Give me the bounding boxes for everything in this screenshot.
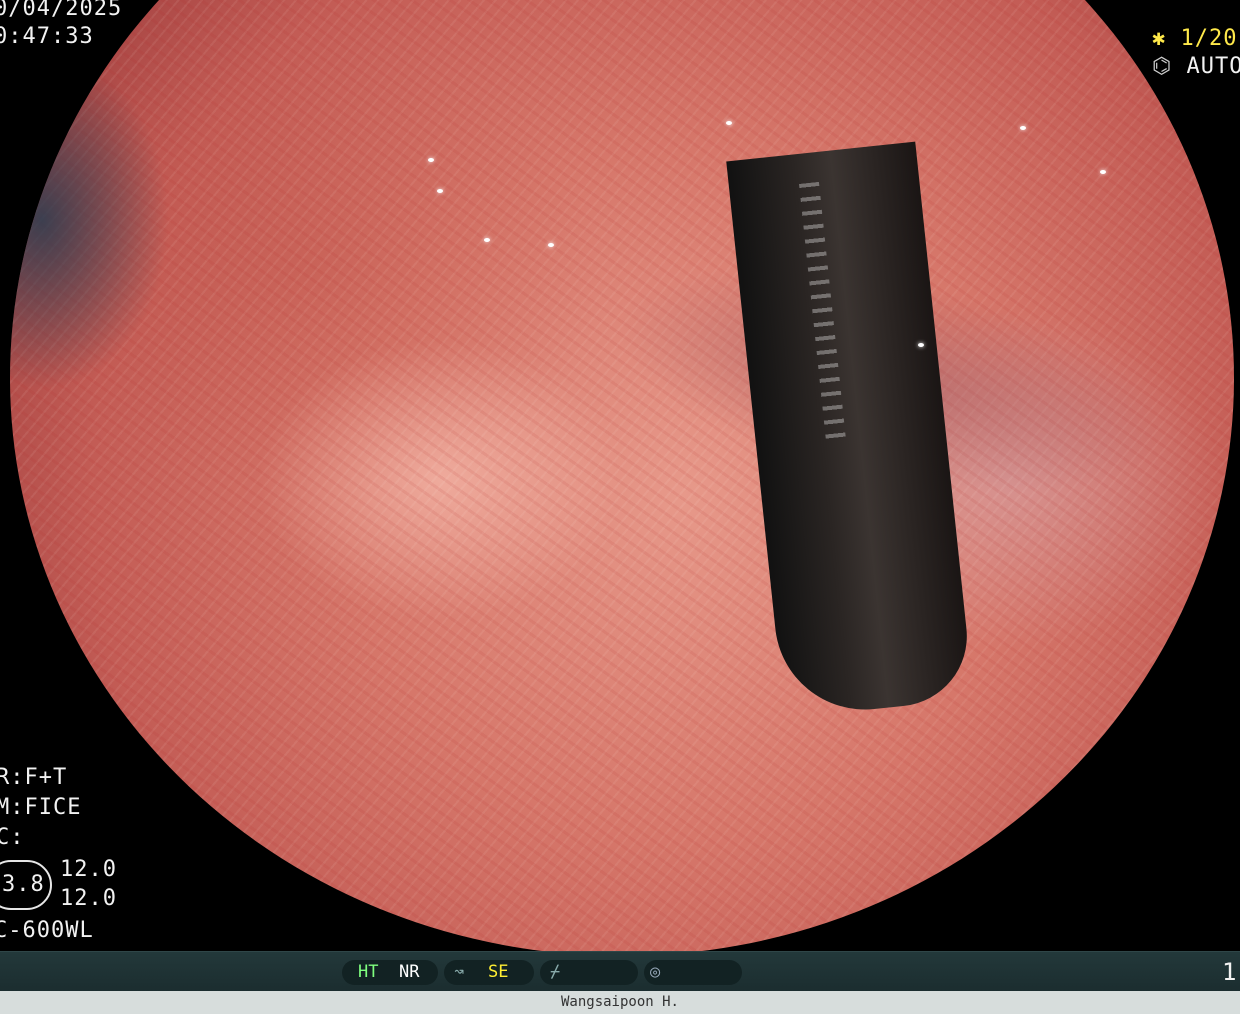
- scope-model-label: C-600WL: [0, 918, 94, 943]
- endoscopic-view: [10, 0, 1234, 956]
- ht-nr-pill: HT NR: [342, 960, 438, 985]
- light-reflection: [428, 158, 434, 162]
- light-reflection: [726, 121, 732, 125]
- se-pill: ↝ SE: [444, 960, 534, 985]
- pen-icon: ⌿: [550, 962, 561, 982]
- value-top: 12.0: [60, 857, 117, 882]
- iris-value: AUTO +: [1186, 54, 1240, 79]
- se-indicator: SE: [488, 962, 509, 982]
- mode-c-label: C:: [0, 825, 25, 850]
- shutter-readout: ✱ 1/20: [1152, 28, 1237, 50]
- iris-readout: ⌬ AUTO +: [1152, 56, 1240, 78]
- light-reflection: [918, 343, 924, 347]
- status-bar: HT NR ↝ SE ⌿ ◎ 1: [0, 951, 1240, 992]
- mode-r-label: R:F+T: [0, 765, 68, 790]
- light-reflection: [548, 243, 554, 247]
- shutter-value: ✱ 1/20: [1152, 26, 1238, 51]
- waveform-pill: ◎: [644, 960, 742, 985]
- curve-icon: ↝: [454, 962, 465, 982]
- light-reflection: [437, 189, 443, 193]
- value-bottom: 12.0: [60, 886, 117, 911]
- waveform-icon: ◎: [650, 962, 661, 982]
- iris-icon: ⌬: [1152, 54, 1187, 79]
- operator-footer: Wangsaipoon H.: [0, 991, 1240, 1014]
- shaft-glint: [799, 181, 847, 443]
- light-reflection: [1100, 170, 1106, 174]
- zoom-value: 3.8: [2, 872, 45, 897]
- date-label: 0/04/2025: [0, 0, 123, 21]
- mode-m-label: M:FICE: [0, 795, 82, 820]
- pen-pill: ⌿: [540, 960, 638, 985]
- light-reflection: [484, 238, 490, 242]
- light-reflection: [1020, 126, 1026, 130]
- ht-indicator: HT: [358, 962, 379, 982]
- frame-number: 1: [1222, 958, 1238, 986]
- shadow-left: [10, 50, 170, 390]
- time-label: 0:47:33: [0, 24, 94, 49]
- nr-indicator: NR: [399, 962, 420, 982]
